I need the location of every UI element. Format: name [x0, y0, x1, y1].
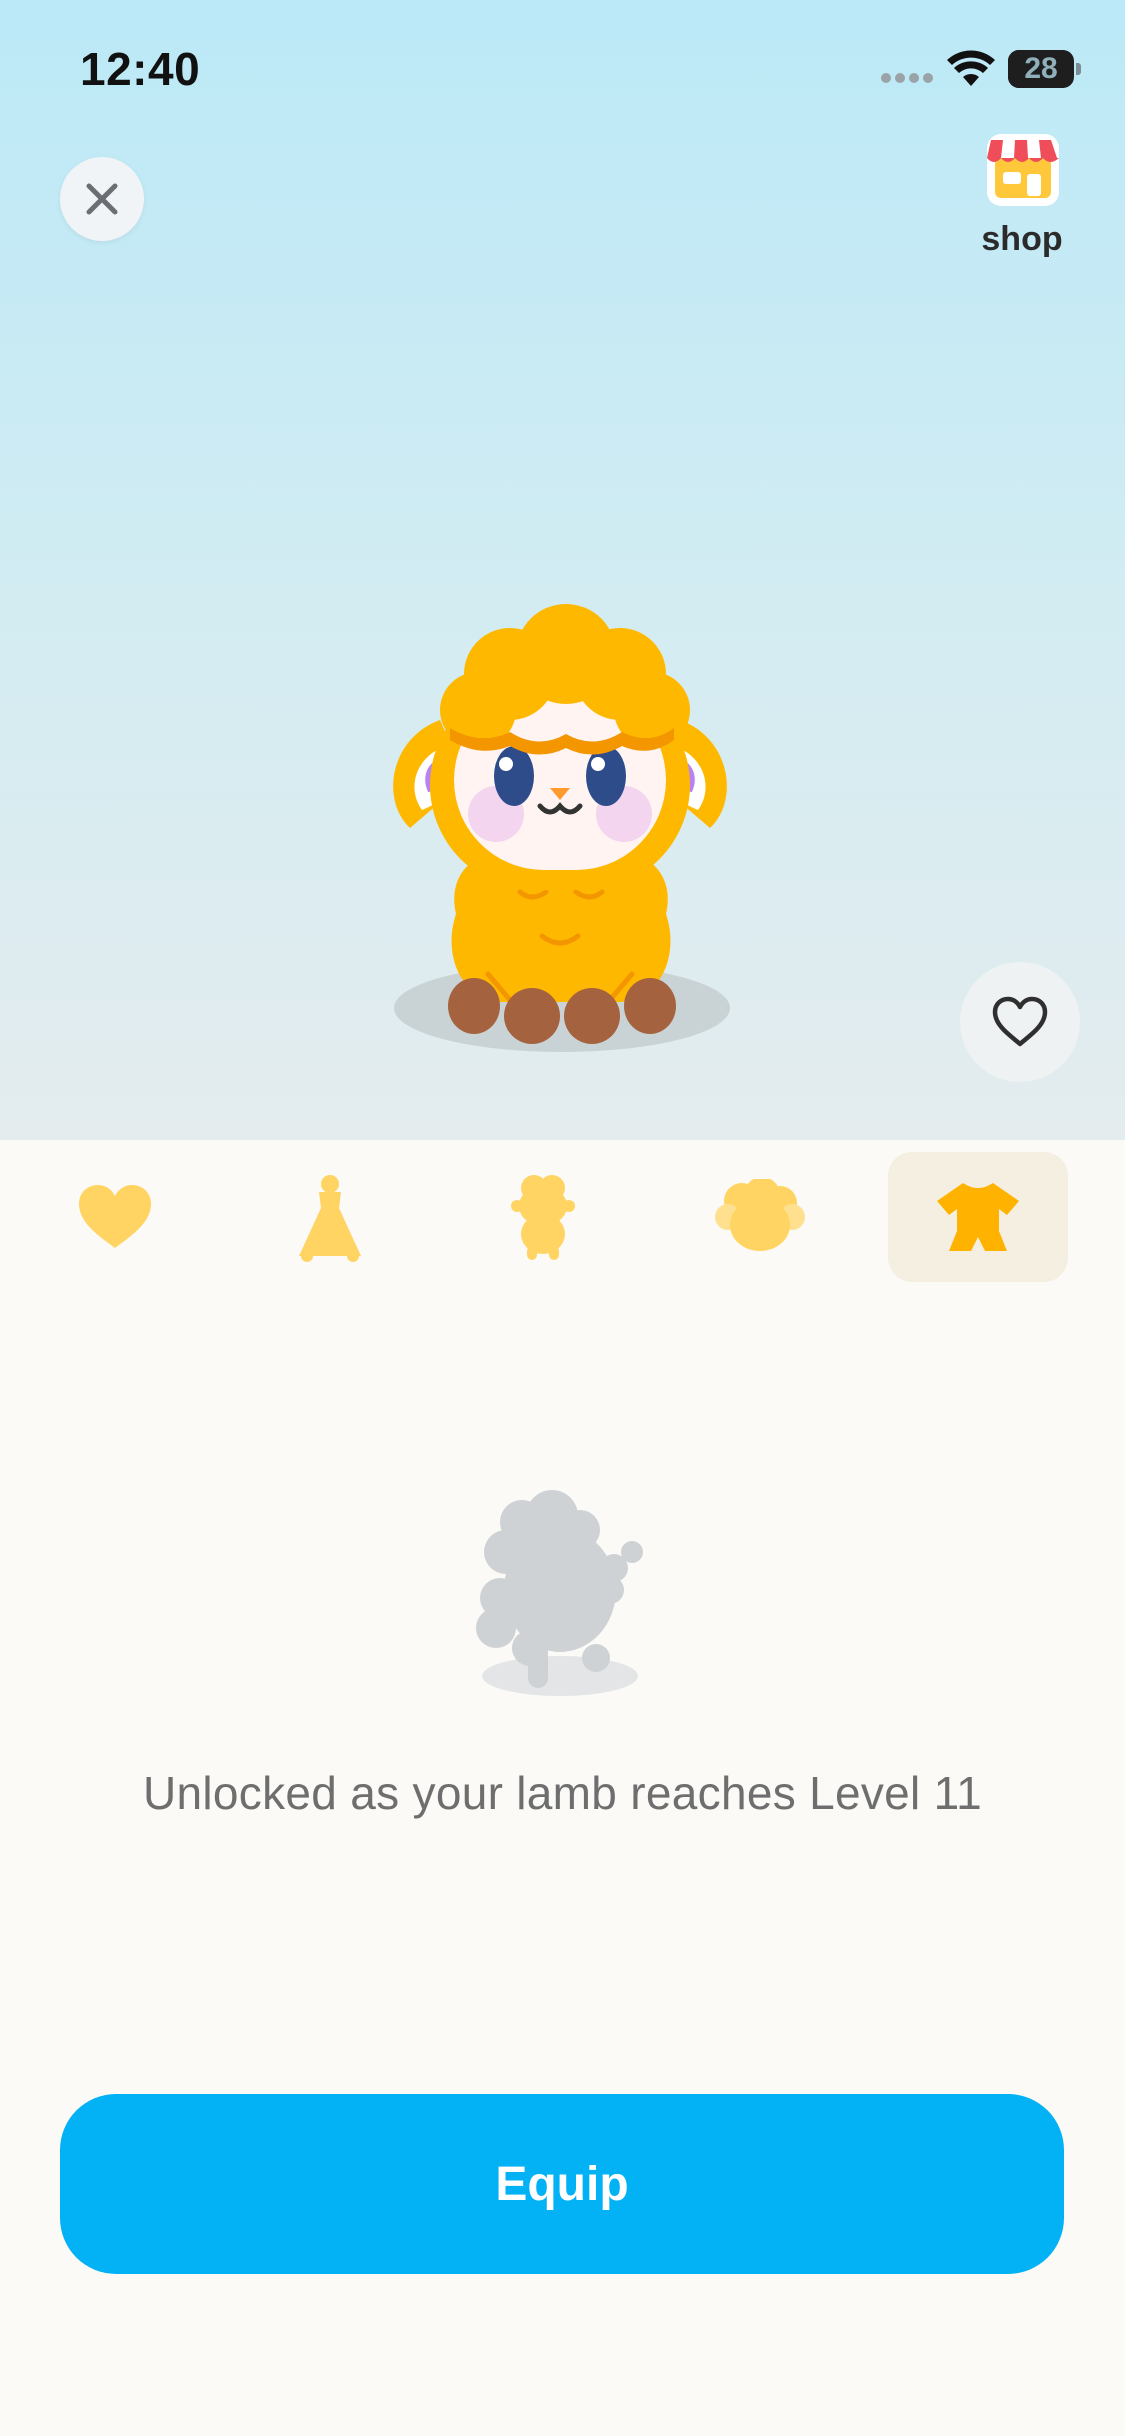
unlock-message: Unlocked as your lamb reaches Level 11	[143, 1767, 982, 1819]
battery-nub	[1076, 63, 1081, 75]
heart-icon	[79, 1185, 151, 1248]
signal-icon	[881, 73, 933, 83]
customization-tabs	[0, 1140, 1125, 1300]
tab-favorites[interactable]	[25, 1152, 205, 1282]
romper-icon	[937, 1183, 1019, 1251]
status-bar: 12:40 28	[0, 0, 1125, 140]
tab-body[interactable]	[453, 1152, 633, 1282]
wifi-icon	[947, 50, 995, 86]
lamb-body-icon	[511, 1175, 575, 1260]
tab-outfits[interactable]	[240, 1152, 420, 1282]
lamb-preview-area: 12:40 28 shop	[0, 0, 1125, 1140]
battery-icon: 28	[1008, 50, 1081, 88]
shop-label: shop	[981, 220, 1063, 258]
tab-hair[interactable]	[670, 1152, 850, 1282]
battery-body: 28	[1008, 50, 1074, 88]
tab-clothes[interactable]	[888, 1152, 1068, 1282]
equip-button[interactable]: Equip	[60, 2094, 1064, 2274]
close-button[interactable]	[60, 157, 144, 241]
dress-icon	[299, 1175, 361, 1262]
status-time: 12:40	[80, 43, 201, 95]
heart-outline-icon	[992, 996, 1048, 1047]
locked-lamb-silhouette-icon	[476, 1490, 643, 1696]
lamb-character-illustration	[393, 604, 730, 1052]
wool-hair-icon	[715, 1179, 805, 1251]
favorite-button[interactable]	[960, 962, 1080, 1082]
battery-level: 28	[1024, 52, 1058, 85]
shop-button[interactable]: shop	[968, 128, 1076, 268]
equip-button-label: Equip	[495, 2157, 629, 2211]
shop-storefront-icon	[987, 134, 1059, 206]
close-icon	[86, 183, 118, 215]
